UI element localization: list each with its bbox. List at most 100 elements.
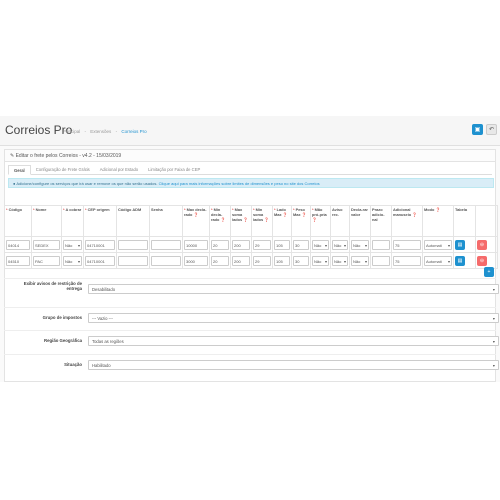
edit-table-button[interactable]: ▤ [455,255,465,266]
help-icon[interactable]: ❓ [312,217,317,222]
info-alert: ● Adicione/configure os serviços que irá… [8,178,494,188]
column-header: * Lado Max ❓ [272,205,292,237]
services-table: * Código * Nome * A cobrar * CEP origem Códi… [4,205,498,269]
column-header-label: Modo [424,207,435,212]
modo-select[interactable]: Automati [424,239,452,250]
help-icon[interactable]: ❓ [263,217,269,222]
column-header: Modo ❓ [422,205,454,237]
adm-input[interactable] [118,255,148,266]
prazo-input[interactable] [372,255,390,266]
maxdec-input[interactable]: 10000 [184,239,208,250]
save-button[interactable]: ▣ [472,124,483,135]
table-cell: 105 [272,252,292,269]
nome-input[interactable]: PAC [33,255,60,266]
tab-adicional-estado[interactable]: Adicional por Estado [95,165,143,175]
codigo-input[interactable]: 04510 [6,255,30,266]
tab-limitacao-cep[interactable]: Limitação por Faixa de CEP [143,165,205,175]
minus-circle-icon: ⊖ [479,241,485,248]
table-cell: 30 [291,252,311,269]
senha-input[interactable] [151,239,181,250]
mao-select[interactable]: Não [312,255,329,266]
codigo-input[interactable]: 04014 [6,239,30,250]
cep-input[interactable]: 04710001 [85,255,115,266]
help-icon[interactable]: ❓ [219,217,226,222]
cobrar-select[interactable]: Não [63,255,82,266]
cep-input[interactable]: 04710001 [85,239,115,250]
modo-select[interactable]: Automati [424,255,452,266]
column-header: Prazo adicio-nal [370,205,392,237]
table-cell: 10000 [182,236,210,253]
decl-select[interactable]: Não [351,239,369,250]
nome-input[interactable]: SEDEX [33,239,60,250]
mao-select[interactable]: Não [312,239,329,250]
form-select[interactable]: Habilitado [88,360,499,370]
maxdec-input[interactable]: 3000 [184,255,208,266]
edit-table-button[interactable]: ▤ [455,239,465,250]
maxsoma-input[interactable]: 200 [232,255,250,266]
form-row: Região Geográfica Todas as regiões [4,330,499,352]
table-icon: ▤ [457,257,463,264]
decl-select[interactable]: Não [351,255,369,266]
breadcrumb-extensions[interactable]: Extensões [90,129,111,134]
adm-input[interactable] [118,239,148,250]
aviso-select[interactable]: Não [332,255,348,266]
senha-input[interactable] [151,255,181,266]
plus-icon: + [487,269,491,275]
mindec-input[interactable]: 20 [211,255,229,266]
pesomax-input[interactable]: 30 [293,239,309,250]
tab-geral[interactable]: Geral [8,165,31,175]
table-cell: Não [330,252,350,269]
table-cell [149,252,183,269]
add-row-button[interactable]: + [484,267,494,277]
column-header: Tabela [453,205,476,237]
remove-row-button[interactable]: ⊖ [477,239,487,250]
column-header-label: Código ADM [118,207,142,212]
ladomax-input[interactable]: 105 [274,239,290,250]
help-icon[interactable]: ❓ [411,212,417,217]
help-icon[interactable]: ❓ [192,212,199,217]
maxsoma-input[interactable]: 200 [232,239,250,250]
column-header: Adicional manuseio ❓ [391,205,423,237]
pesomax-input[interactable]: 30 [293,255,309,266]
column-header: Código ADM [116,205,150,237]
column-header: * Nome [31,205,62,237]
minsoma-input[interactable]: 29 [253,255,271,266]
info-link[interactable]: Clique aqui para mais informações sobre … [159,181,320,186]
cobrar-select[interactable]: Não [63,239,82,250]
table-cell: Não [349,236,371,253]
mindec-input[interactable]: 20 [211,239,229,250]
column-header: * Código [4,205,32,237]
adicional-input[interactable]: 75 [393,239,421,250]
column-header-label: Senha [151,207,163,212]
page-header: Correios Pro Principal - Extensões - Cor… [0,116,500,146]
help-icon[interactable]: ❓ [434,207,440,212]
table-cell [370,236,392,253]
tab-bar: Geral Configuração de Frete Grátis Adici… [8,165,492,175]
panel-title: Editar o frete pelos Correios - v4.2 - 1… [15,153,122,159]
table-cell: Automati [422,252,454,269]
column-header: * Max decla-rado ❓ [182,205,210,237]
breadcrumb-current[interactable]: Correios Pro [121,129,146,134]
help-icon[interactable]: ❓ [282,212,288,217]
tab-frete-gratis[interactable]: Configuração de Frete Grátis [31,165,95,175]
remove-row-button[interactable]: ⊖ [477,255,487,266]
aviso-select[interactable]: Não [332,239,348,250]
form-select[interactable]: Desabilitado [88,284,499,294]
help-icon[interactable]: ❓ [301,212,307,217]
form-select[interactable]: Todas as regiões [88,336,499,346]
back-button[interactable]: ↶ [486,124,497,135]
minus-circle-icon: ⊖ [479,257,485,264]
table-cell: 200 [230,252,252,269]
minsoma-input[interactable]: 29 [253,239,271,250]
adicional-input[interactable]: 75 [393,255,421,266]
ladomax-input[interactable]: 105 [274,255,290,266]
table-cell: 200 [230,236,252,253]
form-row: Exibir avisos de restrição de entrega Des… [4,278,499,300]
prazo-input[interactable] [372,239,390,250]
breadcrumb-home[interactable]: Principal [63,129,80,134]
column-header-label: Nome [35,207,47,212]
table-cell: 105 [272,236,292,253]
table-cell: ▤ [453,236,476,253]
form-select[interactable]: --- Vazio --- [88,313,499,323]
help-icon[interactable]: ❓ [242,217,248,222]
